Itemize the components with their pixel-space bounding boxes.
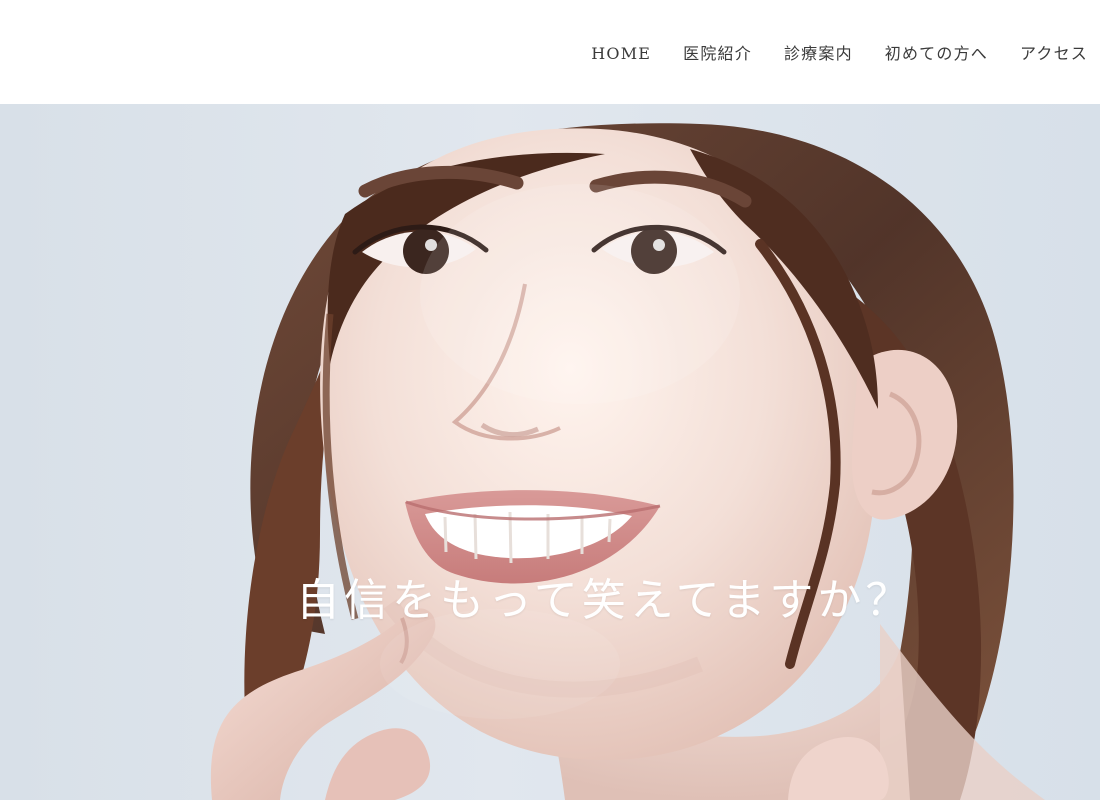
- nav-access-link[interactable]: アクセス: [1020, 42, 1088, 66]
- nav-treatment-link[interactable]: 診療案内: [784, 42, 853, 66]
- nav-home-link[interactable]: HOME: [591, 42, 651, 66]
- nav-clinic-intro-link[interactable]: 医院紹介: [683, 42, 752, 66]
- page: HOME 医院紹介 診療案内 初めての方へ アクセス 自信をもって笑えてますか？: [0, 0, 1100, 800]
- hero-smiling-woman-image: [0, 104, 1100, 800]
- site-header: HOME 医院紹介 診療案内 初めての方へ アクセス: [0, 0, 1100, 104]
- nav-first-visit-link[interactable]: 初めての方へ: [885, 42, 988, 66]
- hero-tagline: 自信をもって笑えてますか？: [296, 575, 914, 626]
- hero-section: 自信をもって笑えてますか？: [0, 104, 1100, 800]
- global-navigation: HOME 医院紹介 診療案内 初めての方へ アクセス: [591, 42, 1088, 66]
